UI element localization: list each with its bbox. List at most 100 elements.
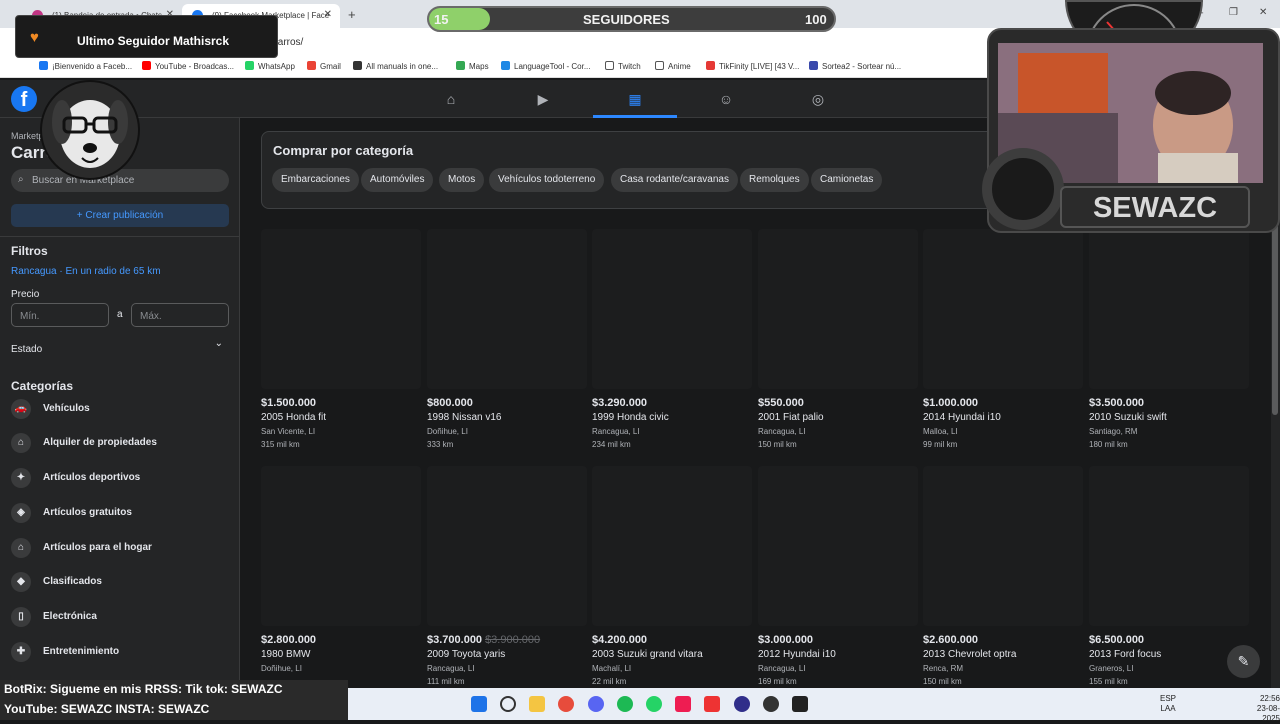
listing-card[interactable]: $1.000.000 2014 Hyundai i10 Malloa, LI 99 m… bbox=[923, 229, 1083, 449]
goal-current: 15 bbox=[434, 12, 449, 27]
maximize-icon[interactable]: ❐ bbox=[1229, 7, 1238, 18]
chip-embarcaciones[interactable]: Embarcaciones bbox=[272, 168, 359, 192]
listing-mileage: 22 mil km bbox=[592, 677, 627, 686]
compose-button[interactable]: ✎ bbox=[1227, 645, 1260, 678]
bookmark-item[interactable]: YouTube - Broadcas... bbox=[142, 61, 234, 71]
state-dropdown[interactable]: Estado ⌄ bbox=[11, 338, 229, 355]
chip-remolques[interactable]: Remolques bbox=[740, 168, 809, 192]
sidebar-item-entretenimiento[interactable]: ✚ Entretenimiento bbox=[11, 640, 119, 664]
bookmark-item[interactable]: Maps bbox=[456, 61, 489, 71]
listing-card[interactable]: $3.290.000 1999 Honda civic Rancagua, LI 23… bbox=[592, 229, 752, 449]
listing-image[interactable] bbox=[758, 229, 918, 389]
price-label: Precio bbox=[11, 289, 40, 300]
spotify-icon[interactable] bbox=[617, 696, 633, 712]
obs-icon[interactable] bbox=[734, 696, 750, 712]
bookmark-item[interactable]: WhatsApp bbox=[245, 61, 295, 71]
groups-icon[interactable]: ☺ bbox=[717, 90, 735, 108]
listing-card[interactable]: $3.700.000 $3.900.000 2009 Toyota yaris Ran… bbox=[427, 466, 587, 686]
listing-price: $3.000.000 bbox=[758, 634, 814, 646]
listing-image[interactable] bbox=[592, 466, 752, 626]
listing-image[interactable] bbox=[923, 466, 1083, 626]
create-listing-button[interactable]: + Crear publicación bbox=[11, 204, 229, 227]
listing-card[interactable]: $550.000 2001 Fiat palio Rancagua, LI 150 m… bbox=[758, 229, 918, 449]
listing-image[interactable] bbox=[427, 229, 587, 389]
chip-todoterreno[interactable]: Vehículos todoterreno bbox=[489, 168, 605, 192]
chevron-down-icon: ⌄ bbox=[214, 338, 223, 349]
bookmark-item[interactable]: LanguageTool - Cor... bbox=[501, 61, 591, 71]
listing-image[interactable] bbox=[261, 229, 421, 389]
location-filter[interactable]: Rancagua · En un radio de 65 km bbox=[11, 266, 161, 277]
listing-image[interactable] bbox=[427, 466, 587, 626]
sidebar-item-electronica[interactable]: ▯ Electrónica bbox=[11, 605, 97, 629]
sidebar-item-vehiculos[interactable]: 🚗 Vehículos bbox=[11, 397, 90, 421]
listing-card[interactable]: $800.000 1998 Nissan v16 Doñihue, LI 333 km bbox=[427, 229, 587, 449]
listing-price: $1.000.000 bbox=[923, 397, 979, 409]
listing-image[interactable] bbox=[923, 229, 1083, 389]
listing-title: 1980 BMW bbox=[261, 649, 311, 660]
listing-price: $3.700.000 $3.900.000 bbox=[427, 634, 541, 646]
chip-automoviles[interactable]: Automóviles bbox=[361, 168, 434, 192]
bookmark-item[interactable]: ¡Bienvenido a Faceb... bbox=[39, 61, 132, 71]
bookmark-item[interactable]: Sortea2 - Sortear nú... bbox=[809, 61, 901, 71]
phone-icon: ▯ bbox=[11, 607, 31, 627]
home-icon[interactable]: ⌂ bbox=[442, 90, 460, 108]
language-indicator[interactable]: ESP LAA bbox=[1160, 694, 1176, 714]
tiktok-icon[interactable] bbox=[675, 696, 691, 712]
sidebar-item-clasificados[interactable]: ◆ Clasificados bbox=[11, 570, 102, 594]
sidebar-item-deportivos[interactable]: ✦ Artículos deportivos bbox=[11, 466, 140, 490]
sidebar-item-alquiler[interactable]: ⌂ Alquiler de propiedades bbox=[11, 431, 157, 455]
app-icon[interactable] bbox=[763, 696, 779, 712]
app-icon[interactable] bbox=[704, 696, 720, 712]
whatsapp-icon[interactable] bbox=[646, 696, 662, 712]
file-explorer-icon[interactable] bbox=[529, 696, 545, 712]
bookmark-folder[interactable]: Twitch bbox=[605, 61, 641, 71]
listing-image[interactable] bbox=[758, 466, 918, 626]
chip-camionetas[interactable]: Camionetas bbox=[811, 168, 883, 192]
category-panel-title: Comprar por categoría bbox=[273, 143, 414, 158]
price-min-field[interactable]: Mín. bbox=[11, 303, 109, 327]
listing-image[interactable] bbox=[1089, 229, 1249, 389]
listing-card[interactable]: $4.200.000 2003 Suzuki grand vitara Machal… bbox=[592, 466, 752, 686]
bookmark-item[interactable]: Gmail bbox=[307, 61, 341, 71]
listing-location: Rancagua, LI bbox=[592, 427, 640, 436]
listing-price: $2.800.000 bbox=[261, 634, 317, 646]
chrome-icon[interactable] bbox=[558, 696, 574, 712]
bookmark-item[interactable]: All manuals in one... bbox=[353, 61, 438, 71]
chip-motos[interactable]: Motos bbox=[439, 168, 485, 192]
listing-card[interactable]: $2.600.000 2013 Chevrolet optra Renca, RM 1… bbox=[923, 466, 1083, 686]
categories-heading: Categorías bbox=[11, 379, 74, 393]
listing-location: Malloa, LI bbox=[923, 427, 958, 436]
listing-image[interactable] bbox=[592, 229, 752, 389]
listing-card[interactable]: $3.000.000 2012 Hyundai i10 Rancagua, LI 16… bbox=[758, 466, 918, 686]
divider bbox=[0, 236, 240, 237]
listing-title: 2003 Suzuki grand vitara bbox=[592, 649, 703, 660]
streamer-brand: SEWAZC bbox=[1060, 186, 1250, 228]
listing-card[interactable]: $3.500.000 2010 Suzuki swift Santiago, RM 1… bbox=[1089, 229, 1249, 449]
facebook-logo[interactable]: f bbox=[11, 86, 37, 112]
goal-target: 100 bbox=[805, 12, 827, 27]
search-icon[interactable] bbox=[500, 696, 516, 712]
listing-image[interactable] bbox=[1089, 466, 1249, 626]
listing-card[interactable]: $2.800.000 1980 BMW Doñihue, LI bbox=[261, 466, 421, 677]
listing-card[interactable]: $1.500.000 2005 Honda fit San Vicente, LI 3… bbox=[261, 229, 421, 449]
bookmark-item[interactable]: TikFinity [LIVE] [43 V... bbox=[706, 61, 799, 71]
new-tab-button[interactable]: + bbox=[348, 7, 356, 22]
close-window-icon[interactable]: ✕ bbox=[1259, 7, 1267, 18]
price-max-field[interactable]: Máx. bbox=[131, 303, 229, 327]
discord-icon[interactable] bbox=[588, 696, 604, 712]
marketplace-icon[interactable]: ▦ bbox=[626, 90, 644, 108]
listing-mileage: 155 mil km bbox=[1089, 677, 1128, 686]
chip-caravanas[interactable]: Casa rodante/caravanas bbox=[611, 168, 738, 192]
bookmark-folder[interactable]: Anime bbox=[655, 61, 691, 71]
sidebar-item-hogar[interactable]: ⌂ Artículos para el hogar bbox=[11, 536, 152, 560]
video-icon[interactable]: ▶ bbox=[534, 90, 552, 108]
sidebar-item-gratuitos[interactable]: ◈ Artículos gratuitos bbox=[11, 501, 132, 525]
app-icon[interactable] bbox=[792, 696, 808, 712]
listing-mileage: 99 mil km bbox=[923, 440, 958, 449]
listing-card[interactable]: $6.500.000 2013 Ford focus Graneros, LI 155… bbox=[1089, 466, 1249, 686]
start-icon[interactable] bbox=[471, 696, 487, 712]
gaming-icon[interactable]: ◎ bbox=[809, 90, 827, 108]
listing-location: Rancagua, LI bbox=[758, 664, 806, 673]
listing-image[interactable] bbox=[261, 466, 421, 626]
close-icon[interactable]: ✕ bbox=[324, 9, 332, 20]
